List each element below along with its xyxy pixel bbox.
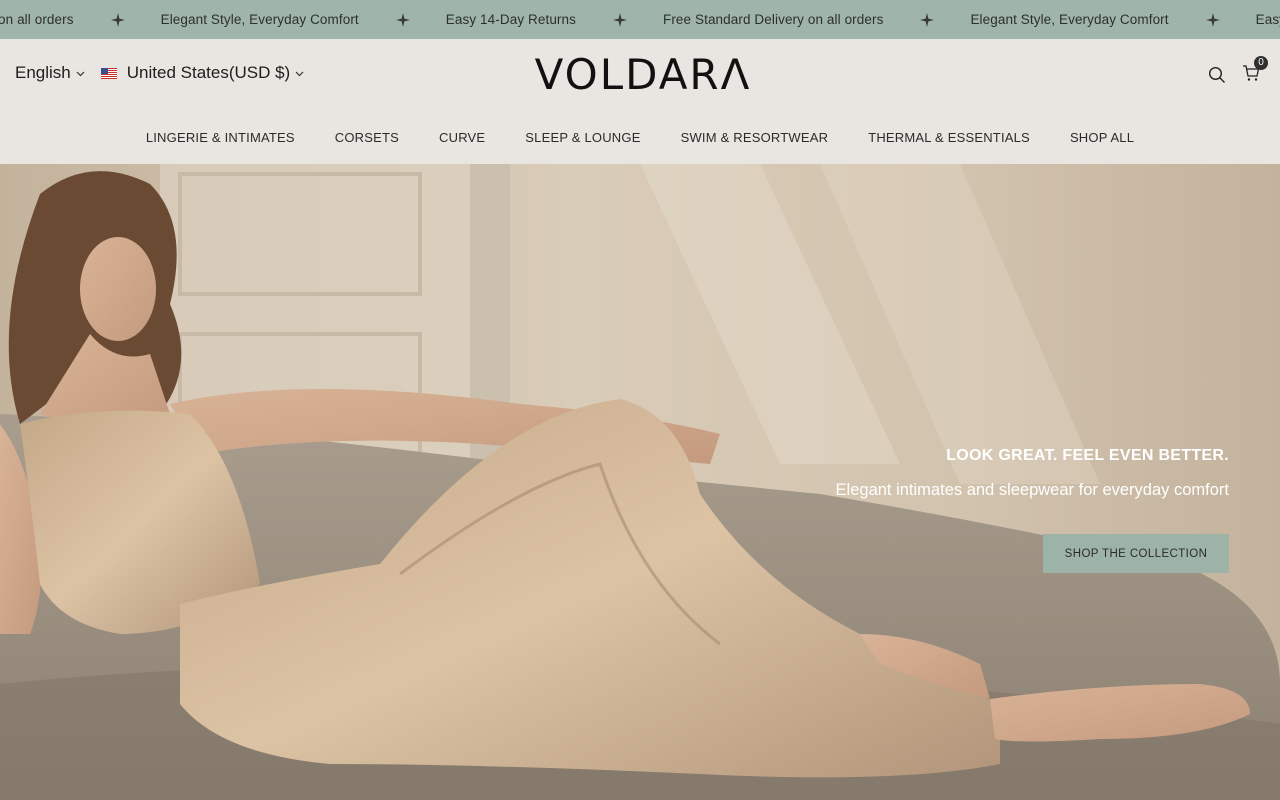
announcement-message: Elegant Style, Everyday Comfort [970, 12, 1169, 27]
announcement-message: on all orders [0, 12, 74, 27]
language-label: English [15, 63, 71, 82]
cart-button[interactable]: 0 [1240, 56, 1268, 86]
search-icon[interactable] [1206, 64, 1228, 86]
site-header: English United States(USD $) VOLDARΛ 0 L… [0, 39, 1280, 164]
announcement-track: on all orders Elegant Style, Everyday Co… [0, 0, 1280, 39]
header-actions: 0 [1206, 56, 1268, 86]
locale-selectors: English United States(USD $) [15, 63, 304, 83]
shop-collection-button[interactable]: SHOP THE COLLECTION [1043, 534, 1229, 573]
chevron-down-icon [76, 69, 85, 78]
nav-item-sleep-lounge[interactable]: SLEEP & LOUNGE [525, 130, 640, 145]
hero-headline: LOOK GREAT. FEEL EVEN BETTER. [946, 447, 1229, 464]
nav-item-corsets[interactable]: CORSETS [335, 130, 399, 145]
nav-item-swim-resortwear[interactable]: SWIM & RESORTWEAR [681, 130, 829, 145]
announcement-message: Elegant Style, Everyday Comfort [160, 12, 359, 27]
sparkle-star-icon [110, 12, 125, 27]
sparkle-star-icon [612, 12, 627, 27]
nav-item-curve[interactable]: CURVE [439, 130, 485, 145]
sparkle-star-icon [920, 12, 935, 27]
main-navigation: LINGERIE & INTIMATES CORSETS CURVE SLEEP… [0, 127, 1280, 147]
announcement-bar: on all orders Elegant Style, Everyday Co… [0, 0, 1280, 39]
nav-item-shop-all[interactable]: SHOP ALL [1070, 130, 1134, 145]
brand-logo[interactable]: VOLDARΛ [515, 50, 771, 99]
sparkle-star-icon [395, 12, 410, 27]
nav-item-lingerie-intimates[interactable]: LINGERIE & INTIMATES [146, 130, 295, 145]
region-label: United States(USD $) [126, 63, 291, 82]
hero-banner: LOOK GREAT. FEEL EVEN BETTER. Elegant in… [0, 164, 1280, 800]
nav-item-thermal-essentials[interactable]: THERMAL & ESSENTIALS [868, 130, 1030, 145]
hero-subheadline: Elegant intimates and sleepwear for ever… [835, 481, 1229, 499]
hero-copy: LOOK GREAT. FEEL EVEN BETTER. Elegant in… [836, 447, 1229, 500]
us-flag-icon [100, 67, 117, 79]
announcement-message: Easy 14-Day R [1255, 12, 1280, 27]
region-currency-selector[interactable]: United States(USD $) [100, 63, 304, 83]
cart-count-badge: 0 [1254, 56, 1268, 70]
chevron-down-icon [295, 69, 304, 78]
sparkle-star-icon [1205, 12, 1220, 27]
announcement-message: Free Standard Delivery on all orders [662, 12, 884, 27]
language-selector[interactable]: English [15, 63, 85, 83]
announcement-message: Easy 14-Day Returns [445, 12, 576, 27]
